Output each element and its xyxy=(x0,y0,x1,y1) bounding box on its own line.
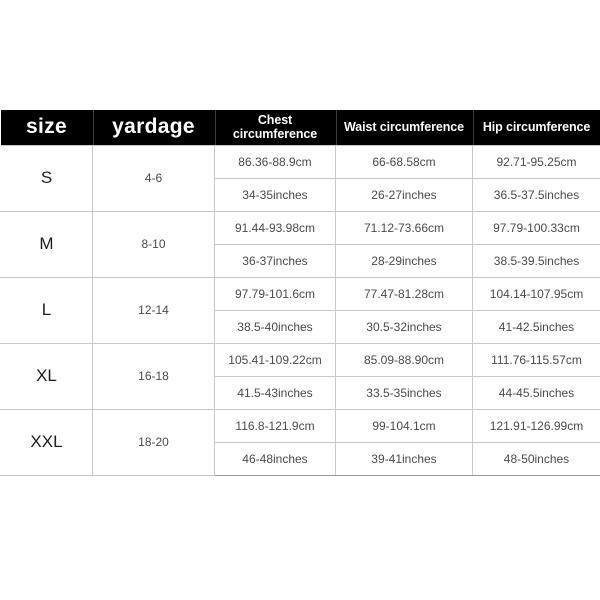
cell-waist-inches: 30.5-32inches xyxy=(335,309,473,344)
table-body: S 4-6 86.36-88.9cm 66-68.58cm 92.71-95.2… xyxy=(0,144,600,476)
cell-yardage: 16-18 xyxy=(92,342,215,410)
cell-size: L xyxy=(0,276,93,344)
cell-hip-cm: 104.14-107.95cm xyxy=(472,276,600,311)
cell-waist-inches: 33.5-35inches xyxy=(335,375,473,410)
cell-yardage: 18-20 xyxy=(92,408,215,476)
cell-chest-inches: 41.5-43inches xyxy=(214,375,336,410)
column-header-yardage: yardage xyxy=(92,110,215,145)
column-header-hip-circumference: Hip circumference xyxy=(472,110,600,145)
cell-yardage: 4-6 xyxy=(92,144,215,212)
table-row: XXL 18-20 116.8-121.9cm 99-104.1cm 121.9… xyxy=(0,408,600,476)
cell-chest-inches: 36-37inches xyxy=(214,243,336,278)
cell-waist-inches: 26-27inches xyxy=(335,177,473,212)
cell-waist-cm: 71.12-73.66cm xyxy=(335,210,473,245)
cell-waist-cm: 77.47-81.28cm xyxy=(335,276,473,311)
cell-hip-inches: 41-42.5inches xyxy=(472,309,600,344)
cell-size: M xyxy=(0,210,93,278)
table-header: size yardage Chest circumference Waist c… xyxy=(0,110,600,145)
cell-waist-inches: 39-41inches xyxy=(335,441,473,476)
cell-waist-inches: 28-29inches xyxy=(335,243,473,278)
cell-yardage: 12-14 xyxy=(92,276,215,344)
cell-hip-cm: 111.76-115.57cm xyxy=(472,342,600,377)
cell-chest-inches: 34-35inches xyxy=(214,177,336,212)
page-canvas: size yardage Chest circumference Waist c… xyxy=(0,0,600,600)
cell-chest-inches: 38.5-40inches xyxy=(214,309,336,344)
header-row: size yardage Chest circumference Waist c… xyxy=(0,110,600,145)
cell-chest-cm: 91.44-93.98cm xyxy=(214,210,336,245)
cell-waist-cm: 85.09-88.90cm xyxy=(335,342,473,377)
cell-hip-inches: 48-50inches xyxy=(472,441,600,476)
cell-hip-inches: 36.5-37.5inches xyxy=(472,177,600,212)
cell-chest-cm: 86.36-88.9cm xyxy=(214,144,336,179)
cell-hip-cm: 97.79-100.33cm xyxy=(472,210,600,245)
table-row: L 12-14 97.79-101.6cm 77.47-81.28cm 104.… xyxy=(0,276,600,344)
cell-hip-cm: 121.91-126.99cm xyxy=(472,408,600,443)
cell-hip-inches: 38.5-39.5inches xyxy=(472,243,600,278)
column-header-size: size xyxy=(0,110,93,145)
cell-size: XL xyxy=(0,342,93,410)
cell-yardage: 8-10 xyxy=(92,210,215,278)
cell-waist-cm: 66-68.58cm xyxy=(335,144,473,179)
size-chart-table: size yardage Chest circumference Waist c… xyxy=(0,110,600,476)
column-header-waist-circumference: Waist circumference xyxy=(335,110,473,145)
column-header-chest-circumference: Chest circumference xyxy=(214,110,336,145)
cell-size: XXL xyxy=(0,408,93,476)
cell-size: S xyxy=(0,144,93,212)
cell-waist-cm: 99-104.1cm xyxy=(335,408,473,443)
cell-chest-cm: 105.41-109.22cm xyxy=(214,342,336,377)
cell-chest-cm: 97.79-101.6cm xyxy=(214,276,336,311)
table-row: S 4-6 86.36-88.9cm 66-68.58cm 92.71-95.2… xyxy=(0,144,600,212)
table-row: XL 16-18 105.41-109.22cm 85.09-88.90cm 1… xyxy=(0,342,600,410)
cell-chest-inches: 46-48inches xyxy=(214,441,336,476)
cell-chest-cm: 116.8-121.9cm xyxy=(214,408,336,443)
table-row: M 8-10 91.44-93.98cm 71.12-73.66cm 97.79… xyxy=(0,210,600,278)
cell-hip-inches: 44-45.5inches xyxy=(472,375,600,410)
cell-hip-cm: 92.71-95.25cm xyxy=(472,144,600,179)
